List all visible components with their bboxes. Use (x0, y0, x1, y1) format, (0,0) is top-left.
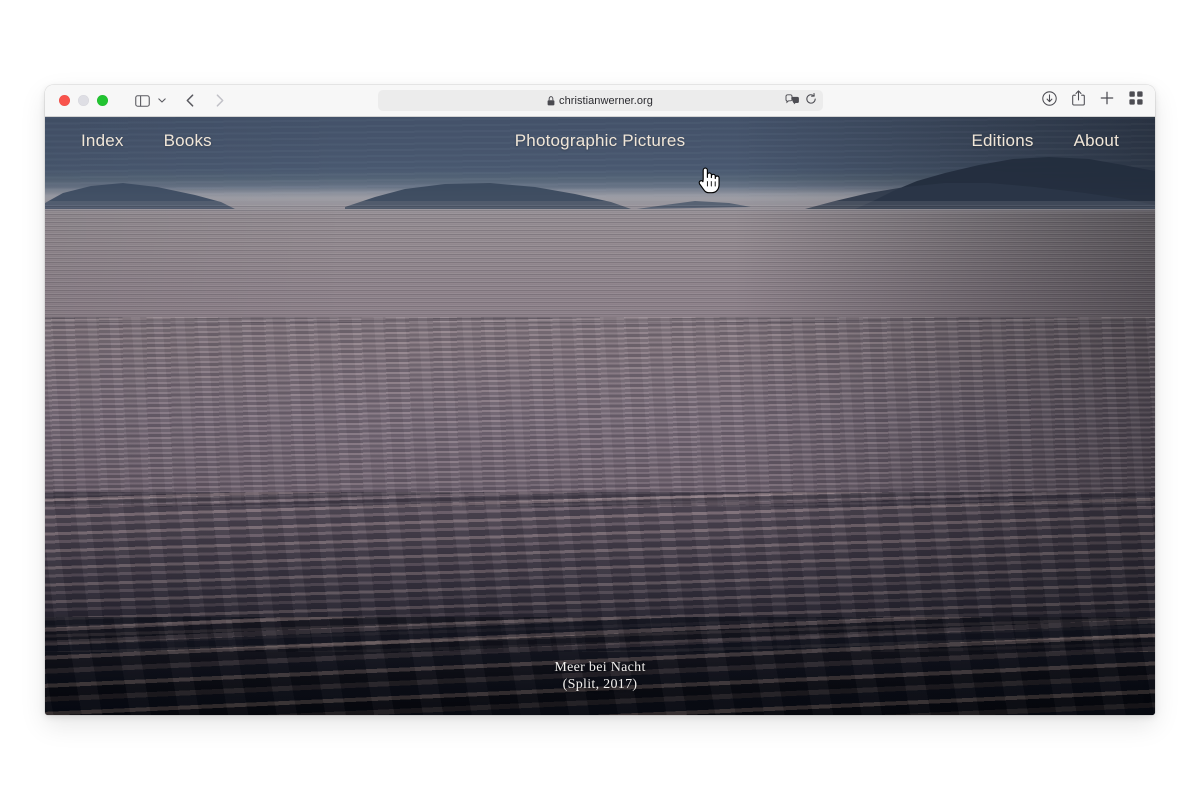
sidebar-chevron-down-icon[interactable] (154, 90, 170, 112)
site-navigation: Index Books Photographic Pictures Editio… (45, 117, 1155, 165)
sidebar-controls (130, 90, 170, 112)
window-controls (59, 95, 108, 106)
share-icon[interactable] (1072, 90, 1085, 111)
downloads-icon[interactable] (1042, 90, 1057, 111)
photo-caption: Meer bei Nacht (Split, 2017) (45, 659, 1155, 693)
new-tab-icon[interactable] (1100, 91, 1114, 110)
url-display: christianwerner.org (547, 95, 653, 107)
sidebar-toggle-button[interactable] (130, 90, 154, 112)
address-bar-actions (785, 90, 817, 111)
caption-title: Meer bei Nacht (554, 660, 646, 675)
nav-link-about[interactable]: About (1074, 131, 1119, 151)
toolbar-right-actions (1042, 85, 1143, 116)
browser-window: christianwerner.org Index Books Photogra… (45, 85, 1155, 715)
url-text: christianwerner.org (559, 94, 653, 107)
back-button[interactable] (178, 90, 202, 112)
close-window-button[interactable] (59, 95, 70, 106)
browser-toolbar: christianwerner.org (45, 85, 1155, 117)
lock-icon (547, 95, 555, 105)
nav-group-center: Photographic Pictures (515, 131, 686, 151)
nav-link-books[interactable]: Books (164, 131, 212, 151)
minimize-window-button[interactable] (78, 95, 89, 106)
screenshot-canvas: christianwerner.org Index Books Photogra… (0, 0, 1200, 800)
nav-link-editions[interactable]: Editions (971, 131, 1033, 151)
zoom-window-button[interactable] (97, 95, 108, 106)
web-content: Index Books Photographic Pictures Editio… (45, 117, 1155, 715)
nav-link-photographic-pictures[interactable]: Photographic Pictures (515, 131, 686, 151)
navigation-arrows (178, 90, 232, 112)
tab-overview-icon[interactable] (1129, 91, 1143, 110)
nav-link-index[interactable]: Index (81, 131, 124, 151)
nav-group-left: Index Books (81, 131, 515, 151)
forward-button[interactable] (208, 90, 232, 112)
address-bar[interactable]: christianwerner.org (377, 90, 823, 111)
page-settings-icon[interactable] (785, 92, 800, 110)
caption-subtitle: (Split, 2017) (562, 677, 638, 692)
nav-group-right: Editions About (685, 131, 1119, 151)
reload-button[interactable] (805, 92, 817, 110)
